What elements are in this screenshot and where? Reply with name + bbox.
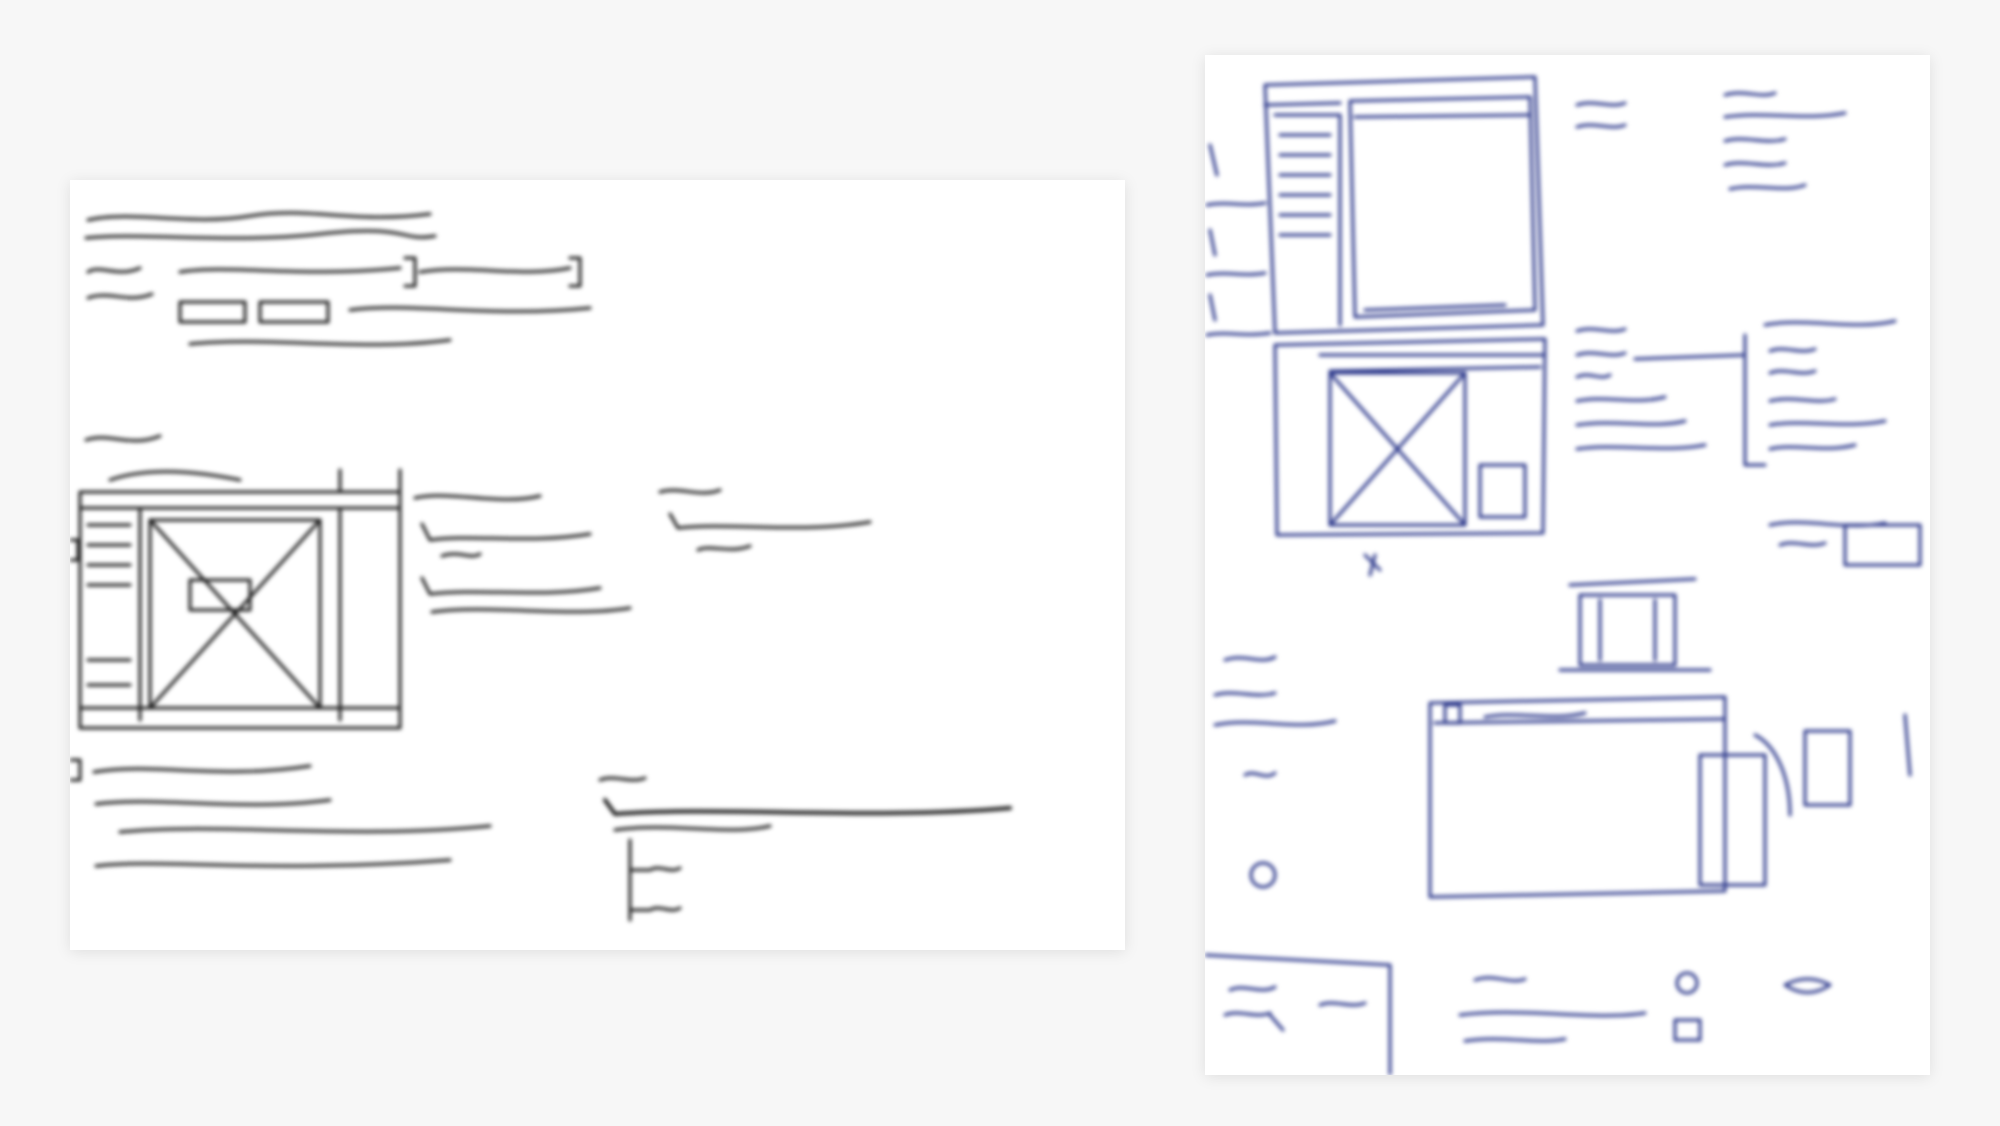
canvas-background — [0, 0, 2000, 1126]
sketch-drawing-left — [70, 211, 1012, 922]
sketch-sheet-left — [70, 180, 1125, 950]
sketch-sheet-right — [1205, 55, 1930, 1075]
sketch-drawing-right — [1205, 75, 1922, 1075]
